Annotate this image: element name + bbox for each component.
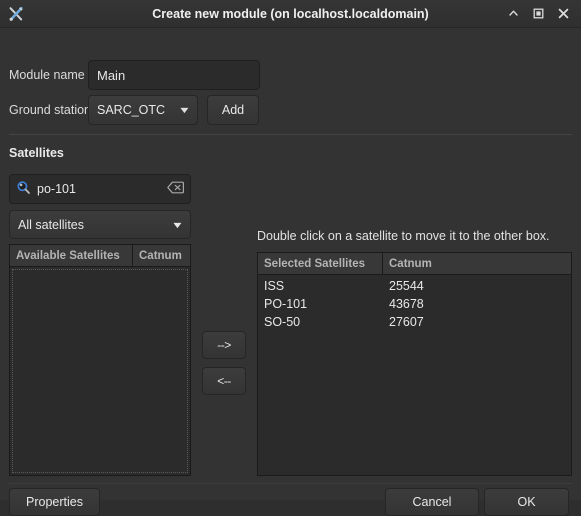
- satellite-search-box[interactable]: po-101: [9, 174, 191, 204]
- column-header-available-satellites[interactable]: Available Satellites: [10, 245, 133, 266]
- column-header-selected-satellites[interactable]: Selected Satellites: [258, 253, 383, 274]
- footer-divider: [9, 483, 572, 484]
- available-satellites-list[interactable]: Available Satellites Catnum: [9, 244, 191, 476]
- window-controls: [506, 6, 575, 21]
- title-bar: Create new module (on localhost.localdom…: [0, 0, 581, 28]
- satellite-name: SO-50: [264, 315, 301, 329]
- satellite-catnum: 25544: [389, 279, 424, 293]
- ground-station-row: Ground station SARC_OTC ▼ Add: [9, 95, 259, 125]
- column-header-catnum[interactable]: Catnum: [383, 253, 438, 274]
- available-list-header: Available Satellites Catnum: [10, 245, 190, 267]
- module-name-input[interactable]: [88, 60, 260, 90]
- create-module-dialog: Create new module (on localhost.localdom…: [0, 0, 581, 516]
- maximize-icon[interactable]: [531, 6, 546, 21]
- close-icon[interactable]: [556, 6, 571, 21]
- satellite-catnum: 43678: [389, 297, 424, 311]
- move-left-button[interactable]: <--: [202, 367, 246, 395]
- tools-icon: [6, 4, 26, 24]
- move-right-button[interactable]: -->: [202, 331, 246, 359]
- add-ground-station-button[interactable]: Add: [207, 95, 259, 125]
- selected-list-header: Selected Satellites Catnum: [258, 253, 571, 275]
- properties-button[interactable]: Properties: [9, 488, 100, 516]
- clear-backspace-icon[interactable]: [167, 181, 184, 197]
- shade-icon[interactable]: [506, 6, 521, 21]
- table-row[interactable]: SO-50 27607: [258, 313, 571, 331]
- satellite-filter-value: All satellites: [18, 217, 84, 232]
- ground-station-label: Ground station: [9, 103, 91, 117]
- ground-station-value: SARC_OTC: [97, 103, 166, 117]
- dialog-content: Module name Ground station SARC_OTC ▼ Ad…: [0, 28, 581, 516]
- satellite-filter-select[interactable]: All satellites ▼: [9, 210, 191, 239]
- magnifier-icon: [16, 180, 31, 198]
- column-header-catnum[interactable]: Catnum: [133, 245, 188, 266]
- table-row[interactable]: PO-101 43678: [258, 295, 571, 313]
- selected-list-body[interactable]: ISS 25544 PO-101 43678 SO-50 27607: [258, 275, 571, 475]
- cancel-button[interactable]: Cancel: [385, 488, 479, 516]
- module-name-row: Module name: [9, 60, 260, 90]
- available-list-body[interactable]: [12, 269, 188, 473]
- selected-satellites-table[interactable]: Selected Satellites Catnum ISS 25544 PO-…: [257, 252, 572, 476]
- satellites-heading: Satellites: [9, 146, 64, 160]
- satellite-name: ISS: [264, 279, 285, 293]
- table-row[interactable]: ISS 25544: [258, 277, 571, 295]
- window-title: Create new module (on localhost.localdom…: [152, 6, 429, 21]
- ground-station-select[interactable]: SARC_OTC ▼: [88, 95, 198, 125]
- satellite-search-input[interactable]: po-101: [37, 182, 167, 196]
- satellite-name: PO-101: [264, 297, 308, 311]
- double-click-hint: Double click on a satellite to move it t…: [257, 229, 550, 243]
- chevron-down-icon: ▼: [170, 219, 185, 230]
- transfer-button-group: --> <--: [202, 331, 246, 395]
- section-divider: [9, 134, 572, 135]
- ok-button[interactable]: OK: [484, 488, 569, 516]
- satellite-catnum: 27607: [389, 315, 424, 329]
- chevron-down-icon: ▼: [177, 105, 192, 115]
- module-name-label: Module name: [9, 68, 85, 82]
